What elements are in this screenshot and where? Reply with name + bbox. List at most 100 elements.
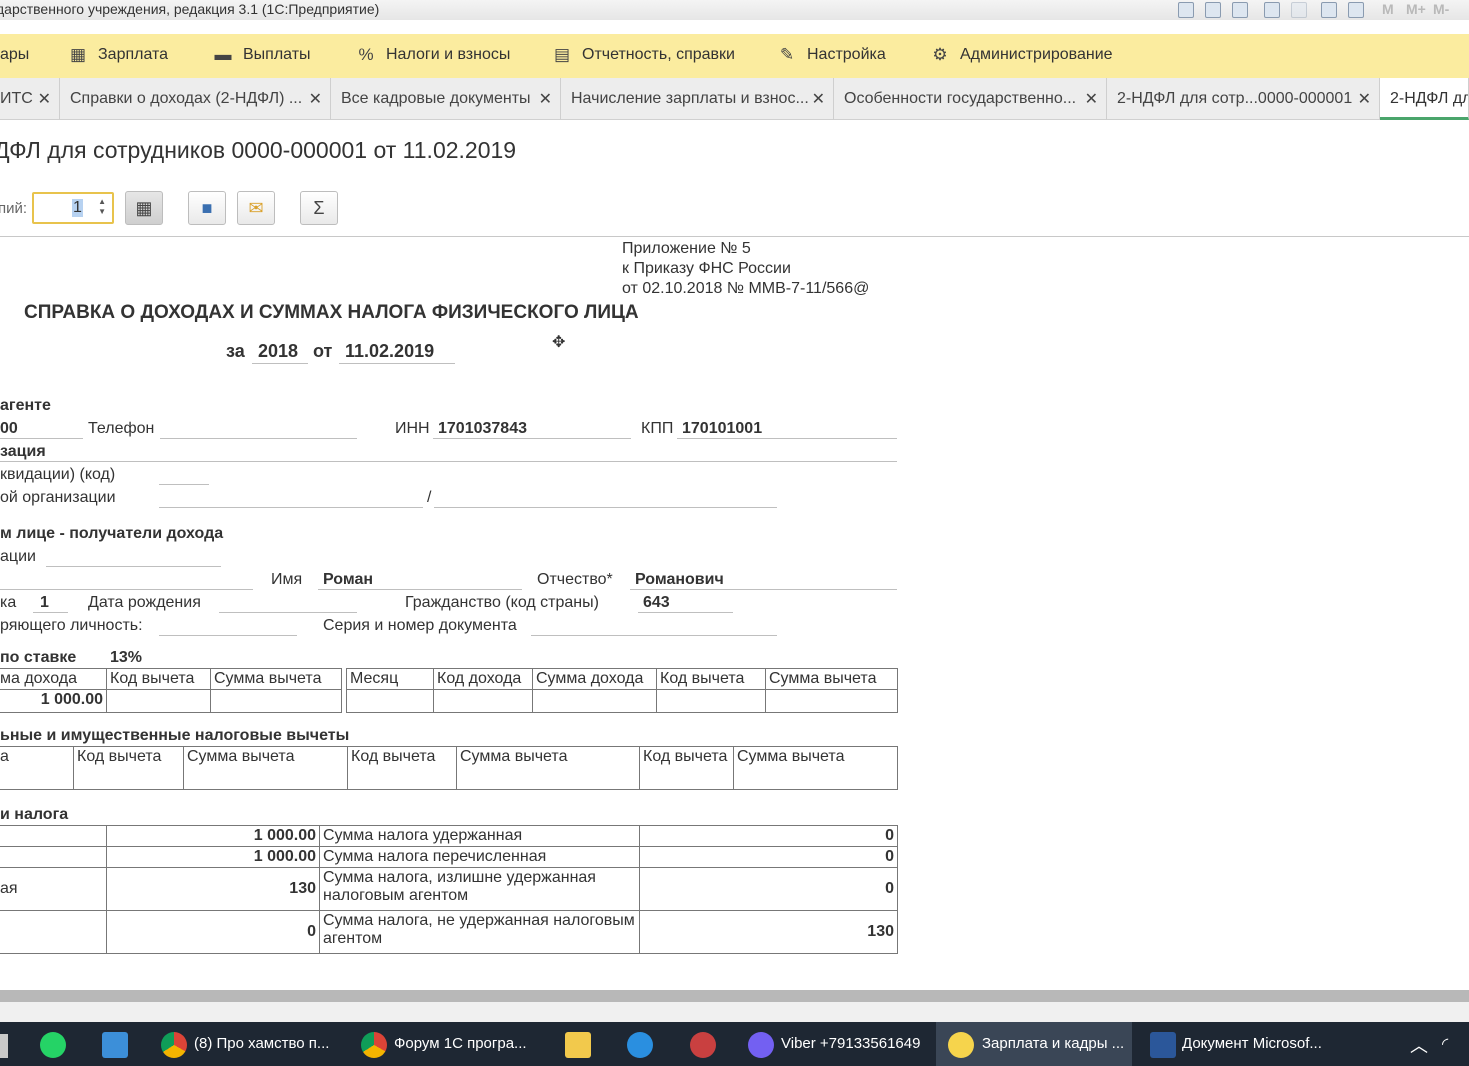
taskbar-contacts[interactable] [92,1022,138,1066]
wrench-icon: ✎ [779,45,795,64]
date-value: 11.02.2019 [345,341,435,361]
table-header: Код вычета [73,746,184,790]
close-icon[interactable]: ✕ [812,89,825,109]
totals-table: 1 000.00 Сумма налога удержанная 0 1 000… [0,825,898,954]
taskbar-tool[interactable] [680,1022,726,1066]
table-cell [210,689,342,713]
copy-icon[interactable] [1291,2,1307,18]
menu-label: ары [0,46,30,63]
taskbar-word[interactable]: Документ Microsof... [1140,1022,1336,1066]
tab-payroll[interactable]: Начисление зарплаты и взнос... ✕ [561,78,834,120]
chevron-up-icon[interactable]: ︿ [1410,1032,1436,1062]
edit-button[interactable]: ▦ [125,191,163,225]
appendix-line-3: от 02.10.2018 № ММВ-7-11/566@ [622,280,870,297]
table-cell [0,846,107,868]
taskbar-ie[interactable] [617,1022,663,1066]
email-button[interactable]: ✉ [237,191,275,225]
ot-label: от [313,341,333,361]
tab-income-certificates[interactable]: Справки о доходах (2-НДФЛ) ... ✕ [60,78,331,120]
floppy-icon: ■ [201,198,213,218]
table-cell: 0 [639,846,898,868]
taskbar-chrome-2[interactable]: Форум 1С програ... [352,1022,544,1066]
memory-minus-button[interactable]: M- [1433,1,1449,17]
table-cell: Сумма налога, излишне удержанная налогов… [319,867,640,911]
menu-item-kadry[interactable]: ары [0,46,29,64]
reorg-label: ой организации [0,489,116,506]
close-icon[interactable]: ✕ [309,89,322,109]
tab-its[interactable]: ИТС ✕ [0,78,60,120]
memory-button[interactable]: M [1382,1,1394,17]
slash-label: / [427,489,432,506]
close-icon[interactable]: ✕ [539,89,552,109]
sum-button[interactable]: Σ [300,191,338,225]
table-header: Сумма вычета [210,668,342,690]
ie-icon [627,1032,653,1058]
table-cell: 0 [106,910,320,954]
calculator-icon[interactable] [1321,2,1337,18]
tab-label: Справки о доходах (2-НДФЛ) ... [70,90,303,107]
table-cell: 1 000.00 [0,689,107,713]
year-value: 2018 [258,341,299,361]
close-icon[interactable]: ✕ [1085,89,1098,109]
section-totals: и налога [0,806,69,823]
inn-label: ИНН [395,420,430,437]
preview-icon[interactable] [1232,2,1248,18]
wifi-icon[interactable]: ◜ [1442,1034,1468,1062]
menu-item-salary[interactable]: ▦ Зарплата [70,45,168,64]
tab-ndfl-print[interactable]: 2-НДФЛ дл [1380,78,1469,120]
tab-label: 2-НДФЛ дл [1390,90,1469,107]
taskbar-1c[interactable]: Зарплата и кадры ... [936,1022,1132,1066]
table-cell: ая [0,867,107,911]
menu-label: Администрирование [960,46,1113,63]
table-header: Код дохода [433,668,533,690]
taskbar-chrome-1[interactable]: (8) Про хамство п... [152,1022,344,1066]
close-icon[interactable]: ✕ [1358,89,1371,109]
save-icon[interactable] [1178,2,1194,18]
tab-ndfl-document[interactable]: 2-НДФЛ для сотр...0000-000001 ✕ [1107,78,1380,120]
horizontal-scrollbar[interactable] [0,990,1469,1002]
copies-stepper[interactable]: 1 ▲ ▼ [32,192,114,224]
table-cell: 1 000.00 [106,825,320,847]
table-cell [0,825,107,847]
onec-icon [948,1032,974,1058]
menu-item-admin[interactable]: ⚙ Администрирование [932,45,1113,64]
tab-hr-documents[interactable]: Все кадровые документы ✕ [331,78,561,120]
stepper-arrows-icon[interactable]: ▲ ▼ [98,197,106,217]
tab-gov-features[interactable]: Особенности государственно... ✕ [834,78,1107,120]
memory-plus-button[interactable]: M+ [1406,1,1426,17]
close-icon[interactable]: ✕ [38,89,51,109]
menu-item-reports[interactable]: ▤ Отчетность, справки [554,45,735,64]
taskbar-viber[interactable]: Viber +79133561649 [740,1022,930,1066]
print-icon[interactable] [1205,2,1221,18]
kpp-label: КПП [641,420,674,437]
section-deductions: ьные и имущественные налоговые вычеты [0,727,350,744]
taskbar-explorer[interactable] [555,1022,601,1066]
status-value: 1 [40,594,49,611]
upload-icon[interactable] [1264,2,1280,18]
contacts-icon [102,1032,128,1058]
menu-item-payments[interactable]: ▬ Выплаты [215,45,311,64]
patronymic-label: Отчество* [537,571,613,588]
menu-item-settings[interactable]: ✎ Настройка [780,45,886,64]
save-button[interactable]: ■ [188,191,226,225]
form-heading: СПРАВКА О ДОХОДАХ И СУММАХ НАЛОГА ФИЗИЧЕ… [24,302,639,323]
tab-label: ИТС [0,90,33,107]
id-doc-label: ряющего личность: [0,617,143,634]
table-header: Сумма вычета [765,668,898,690]
whatsapp-icon [40,1032,66,1058]
folder-icon [565,1032,591,1058]
start-button[interactable] [0,1034,8,1058]
chrome-icon [161,1032,187,1058]
tool-icon [690,1032,716,1058]
calendar-icon[interactable] [1348,2,1364,18]
envelope-icon: ✉ [248,198,264,218]
menu-item-taxes[interactable]: % Налоги и взносы [358,45,510,64]
taskbar-whatsapp[interactable] [30,1022,76,1066]
window-titlebar: дарственного учреждения, редакция 3.1 (1… [0,0,1469,20]
taskbar-label: (8) Про хамство п... [194,1035,330,1052]
open-tabs: ИТС ✕ Справки о доходах (2-НДФЛ) ... ✕ Все… [0,78,1469,120]
copies-value[interactable]: 1 [72,199,83,217]
inn-value: 1701037843 [438,420,527,437]
section-rate-label: по ставке [0,649,77,666]
tab-label: 2-НДФЛ для сотр...0000-000001 [1117,90,1353,107]
